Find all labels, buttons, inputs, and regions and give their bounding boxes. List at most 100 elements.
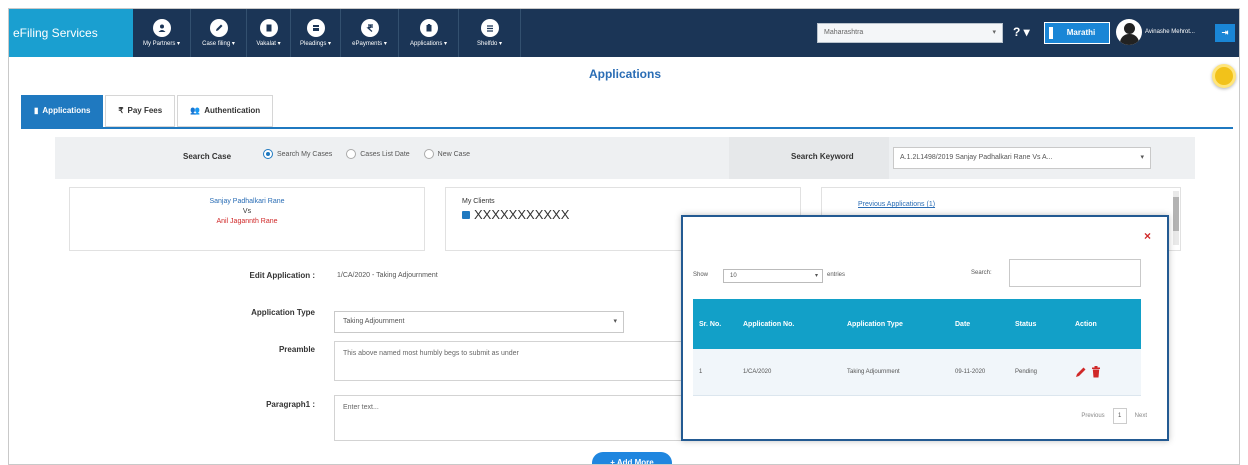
- menu-shelfdo[interactable]: Shelfdo ▾: [459, 9, 521, 57]
- column-status[interactable]: Status: [1009, 299, 1069, 349]
- menu-pleadings[interactable]: Pleadings ▾: [291, 9, 341, 57]
- menu-label: ePayments ▾: [352, 41, 387, 47]
- document-icon: [259, 19, 278, 37]
- page-number-button[interactable]: 1: [1112, 408, 1127, 424]
- next-page-button[interactable]: Next: [1135, 413, 1147, 419]
- chevron-down-icon: ▾: [613, 318, 617, 325]
- menu-case-filing[interactable]: Case filing ▾: [191, 9, 247, 57]
- column-application-no[interactable]: Application No.: [737, 299, 841, 349]
- versus-label: Vs: [242, 208, 252, 215]
- state-select[interactable]: Maharashtra ▾: [817, 23, 1003, 43]
- document-icon: ▮: [34, 106, 39, 115]
- radio-search-my-cases[interactable]: Search My Cases: [263, 149, 332, 159]
- tab-applications[interactable]: ▮ Applications: [21, 95, 104, 127]
- top-navbar: eFiling Services My Partners ▾ Case fili…: [9, 9, 1239, 57]
- applications-table: Sr. No. Application No. Application Type…: [693, 299, 1141, 396]
- tab-label: Authentication: [204, 106, 261, 115]
- pagination: Previous 1 Next: [1081, 408, 1147, 424]
- menu-label: Pleadings ▾: [299, 41, 332, 47]
- tab-authentication[interactable]: 👥 Authentication: [177, 95, 274, 127]
- page-title: Applications: [588, 67, 661, 81]
- main-menu: My Partners ▾ Case filing ▾ Vakalat ▾ Pl…: [133, 9, 521, 57]
- file-icon: [306, 19, 325, 37]
- radio-cases-list-date[interactable]: Cases List Date: [346, 149, 410, 159]
- avatar[interactable]: [1116, 19, 1142, 45]
- table-search-input[interactable]: [1009, 259, 1141, 287]
- scrollbar[interactable]: [1173, 191, 1179, 245]
- tab-pay-fees[interactable]: ₹ Pay Fees: [105, 95, 176, 127]
- logout-button[interactable]: ⇥: [1215, 24, 1235, 42]
- checkbox-icon[interactable]: [462, 210, 470, 219]
- close-icon[interactable]: ×: [1144, 229, 1151, 243]
- user-name[interactable]: Avinashe Mehrot...: [1145, 29, 1195, 35]
- application-type-select[interactable]: Taking Adjournment ▾: [334, 311, 624, 333]
- previous-applications-modal: × Show 10 ▾ entries Search: Sr. No. Appl…: [681, 215, 1169, 441]
- radio-dot: [263, 149, 273, 159]
- table-row: 1 1/CA/2020 Taking Adjournment 09-11-202…: [693, 349, 1141, 396]
- help-menu[interactable]: ? ▾: [1013, 25, 1030, 39]
- radio-dot: [346, 149, 357, 159]
- add-more-button[interactable]: + Add More: [592, 452, 672, 464]
- previous-applications-link[interactable]: Previous Applications (1): [858, 201, 935, 208]
- column-action[interactable]: Action: [1069, 299, 1141, 349]
- menu-label: My Partners ▾: [142, 41, 181, 47]
- column-application-type[interactable]: Application Type: [841, 299, 949, 349]
- table-header-row: Sr. No. Application No. Application Type…: [693, 299, 1141, 349]
- search-panel: Search Case Search My Cases Cases List D…: [55, 137, 1195, 179]
- scroll-top-button[interactable]: [1212, 64, 1236, 88]
- menu-label: Shelfdo ▾: [476, 41, 503, 47]
- entries-label: entries: [827, 272, 846, 278]
- client-name: XXXXXXXXXXX: [474, 207, 570, 222]
- respondent-name: Anil Jagannth Rane: [216, 218, 278, 225]
- menu-vakalat[interactable]: Vakalat ▾: [247, 9, 291, 57]
- cell-sr-no: 1: [693, 349, 737, 396]
- table-search-label: Search:: [971, 270, 992, 276]
- radio-label: Cases List Date: [360, 150, 410, 158]
- language-label: Marathi: [1066, 28, 1096, 37]
- scrollbar-thumb[interactable]: [1173, 197, 1179, 231]
- language-icon: [1049, 27, 1053, 39]
- rupee-icon: ₹: [118, 106, 124, 115]
- previous-page-button[interactable]: Previous: [1081, 413, 1104, 419]
- tab-label: Pay Fees: [127, 106, 163, 115]
- column-date[interactable]: Date: [949, 299, 1009, 349]
- avatar-body: [1120, 34, 1139, 45]
- chevron-down-icon: ▾: [992, 29, 996, 36]
- search-options: Search My Cases Cases List Date New Case: [263, 149, 470, 159]
- menu-epayments[interactable]: ePayments ▾: [341, 9, 399, 57]
- entries-select[interactable]: 10 ▾: [723, 269, 823, 283]
- radio-dot: [423, 149, 434, 159]
- petitioner-name: Sanjay Padhalkari Rane: [209, 198, 285, 205]
- application-type-value: Taking Adjournment: [343, 318, 405, 325]
- menu-my-partners[interactable]: My Partners ▾: [133, 9, 191, 57]
- preamble-label: Preamble: [278, 345, 315, 354]
- parties-card: Sanjay Padhalkari Rane Vs Anil Jagannth …: [69, 187, 425, 251]
- cell-application-type: Taking Adjournment: [841, 349, 949, 396]
- menu-applications[interactable]: Applications ▾: [399, 9, 459, 57]
- clipboard-icon: [419, 19, 438, 37]
- trash-icon[interactable]: [1091, 365, 1101, 378]
- paragraph1-textarea[interactable]: Enter text...: [334, 395, 684, 441]
- rupee-icon: [360, 19, 379, 37]
- keyword-value: A.1.2L1498/2019 Sanjay Padhalkari Rane V…: [900, 154, 1053, 161]
- chevron-down-icon: ▾: [814, 273, 818, 279]
- show-label: Show: [693, 272, 709, 278]
- tab-bar: ▮ Applications ₹ Pay Fees 👥 Authenticati…: [21, 95, 275, 127]
- brand-logo[interactable]: eFiling Services: [9, 9, 133, 57]
- avatar-head: [1124, 23, 1135, 34]
- edit-application-label: Edit Application :: [249, 271, 315, 280]
- radio-new-case[interactable]: New Case: [423, 149, 470, 159]
- state-value: Maharashtra: [824, 29, 864, 36]
- cell-actions: [1069, 349, 1141, 396]
- pencil-icon: [209, 19, 228, 37]
- shelf-icon: [480, 19, 499, 37]
- tab-underline: [21, 127, 1233, 129]
- tab-label: Applications: [42, 106, 91, 115]
- radio-label: Search My Cases: [277, 150, 333, 158]
- preamble-textarea[interactable]: This above named most humbly begs to sub…: [334, 341, 684, 381]
- language-button[interactable]: Marathi: [1044, 22, 1110, 44]
- pencil-icon[interactable]: [1075, 366, 1087, 378]
- search-keyword-select[interactable]: A.1.2L1498/2019 Sanjay Padhalkari Rane V…: [893, 147, 1151, 169]
- column-sr-no[interactable]: Sr. No.: [693, 299, 737, 349]
- menu-label: Vakalat ▾: [256, 41, 281, 47]
